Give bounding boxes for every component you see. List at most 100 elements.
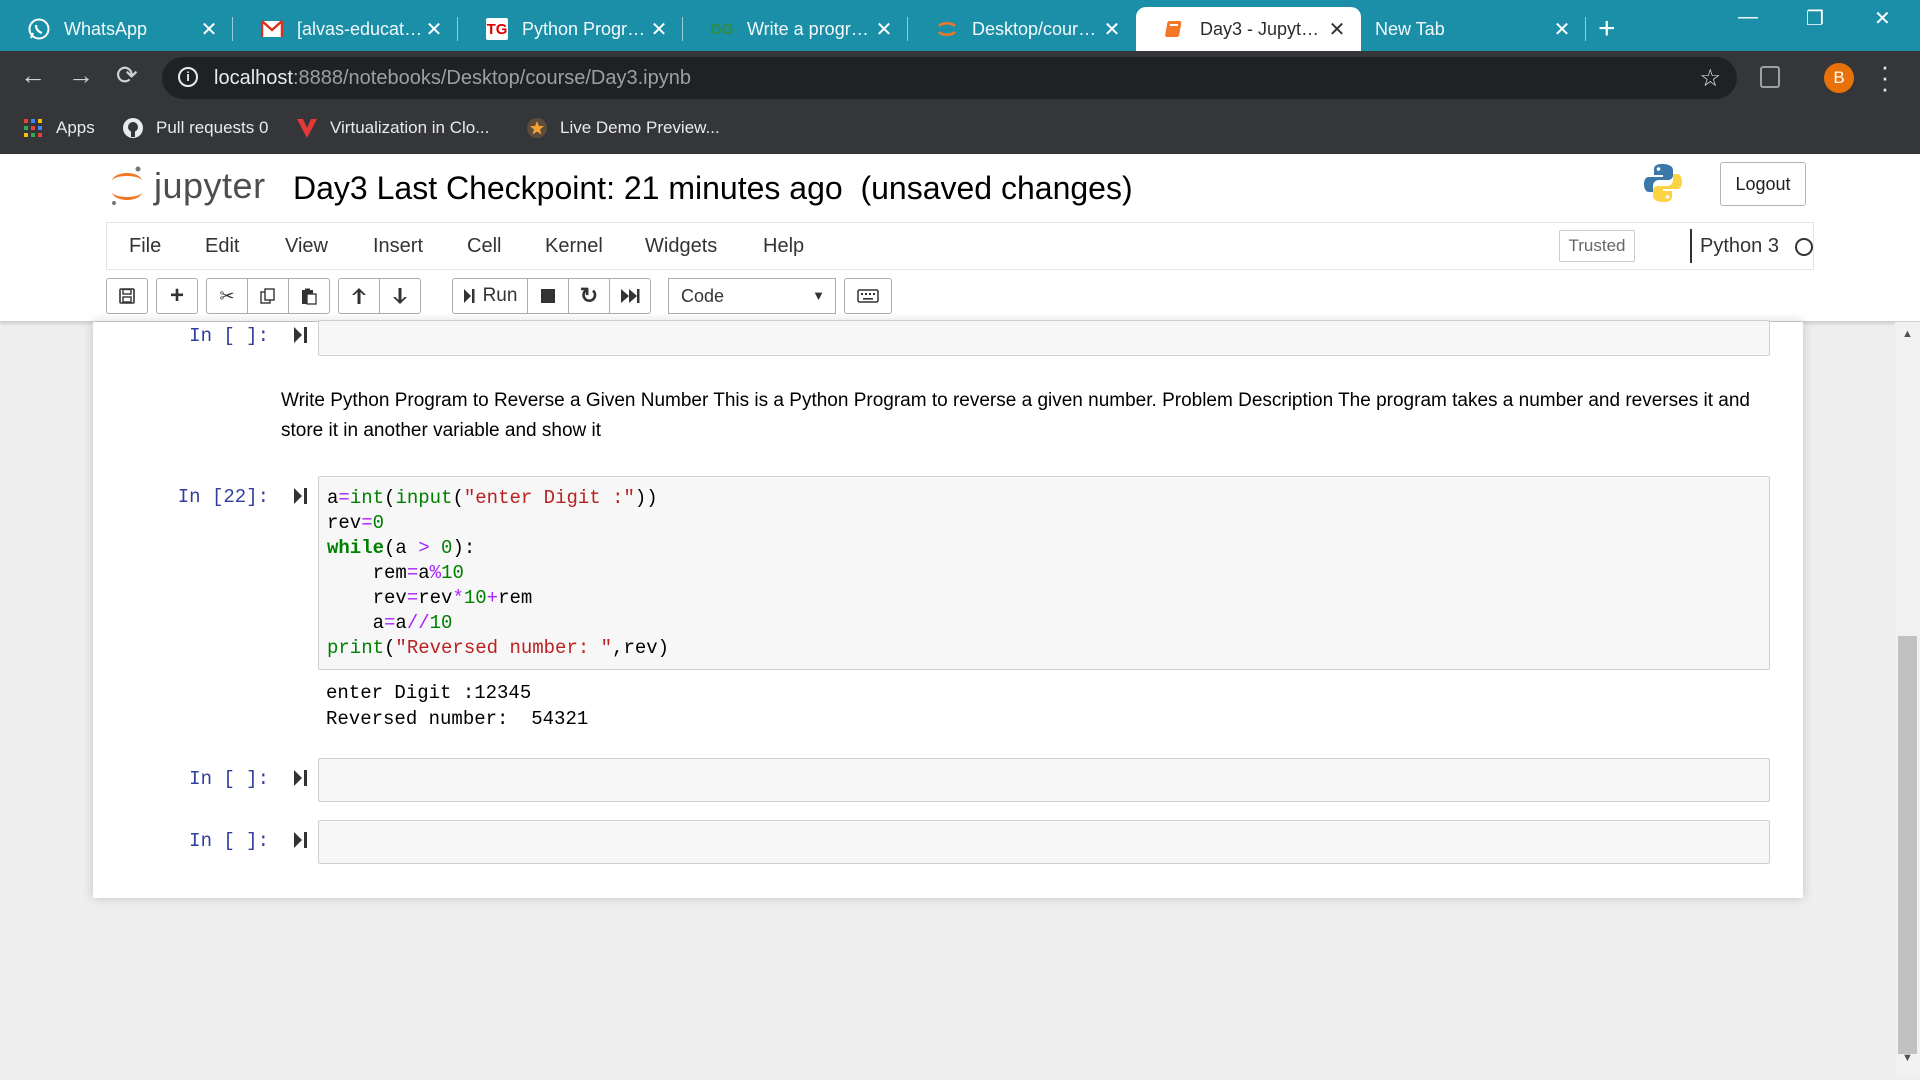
bookmark-virtualization[interactable]: Virtualization in Clo... — [296, 117, 489, 139]
kernel-divider — [1690, 229, 1692, 263]
kernel-name[interactable]: Python 3 — [1700, 235, 1779, 258]
code-line: while(a > 0): — [327, 537, 476, 559]
code-cell-input[interactable] — [318, 320, 1770, 356]
code-line: print("Reversed number: ",rev) — [327, 637, 670, 659]
github-icon — [122, 117, 144, 139]
close-tab-icon[interactable]: ✕ — [1102, 17, 1122, 42]
logout-button[interactable]: Logout — [1720, 162, 1806, 206]
chevron-down-icon: ▼ — [812, 288, 825, 303]
run-button[interactable]: Run — [452, 278, 528, 314]
menu-insert[interactable]: Insert — [373, 235, 423, 258]
paste-icon[interactable] — [288, 278, 330, 314]
tg-icon: TG — [486, 18, 508, 40]
restart-icon[interactable]: ↻ — [568, 278, 610, 314]
bookmark-pull-requests[interactable]: Pull requests 0 — [122, 117, 268, 139]
tab-whatsapp[interactable]: WhatsApp ✕ — [0, 7, 233, 51]
move-up-icon[interactable] — [338, 278, 380, 314]
bookmark-label: Apps — [56, 118, 95, 137]
tab-title: New Tab — [1375, 18, 1445, 39]
address-bar-row: ← → ⟳ i localhost:8888/notebooks/Desktop… — [0, 51, 1920, 105]
jupyter-logo[interactable]: jupyter — [110, 164, 266, 208]
scroll-down-icon[interactable]: ▼ — [1902, 1052, 1913, 1064]
cell-prompt: In [ ]: — [189, 830, 269, 852]
tab-title: Day3 - Jupyter N — [1200, 18, 1327, 39]
tab-title: Desktop/course/ — [972, 18, 1102, 39]
reload-icon[interactable]: ⟳ — [116, 60, 138, 91]
v-icon — [296, 117, 318, 139]
code-cell-input[interactable] — [318, 820, 1770, 864]
scrollbar[interactable]: ▲ ▼ — [1895, 322, 1920, 1078]
url-text[interactable]: localhost:8888/notebooks/Desktop/course/… — [214, 67, 691, 90]
minimize-button[interactable]: — — [1738, 6, 1758, 29]
code-block[interactable]: a=int(input("enter Digit :")) rev=0 while(… — [327, 486, 669, 661]
run-cell-icon[interactable] — [293, 487, 309, 505]
cell-output: enter Digit :12345 Reversed number: 54321 — [326, 680, 588, 732]
bookmark-apps[interactable]: Apps — [22, 117, 95, 139]
browser-menu-icon[interactable]: · · · — [1880, 53, 1890, 101]
trusted-indicator[interactable]: Trusted — [1559, 230, 1635, 262]
scroll-up-icon[interactable]: ▲ — [1902, 328, 1913, 340]
back-icon[interactable]: ← — [20, 60, 46, 91]
run-cell-icon[interactable] — [293, 769, 309, 787]
menu-view[interactable]: View — [285, 235, 328, 258]
cell-type-value: Code — [681, 286, 725, 306]
run-cell-icon[interactable] — [293, 326, 309, 344]
tab-strip: WhatsApp ✕ [alvas-education ✕ TG Python … — [0, 0, 1920, 51]
move-down-icon[interactable] — [379, 278, 421, 314]
close-tab-icon[interactable]: ✕ — [1327, 17, 1347, 42]
close-window-button[interactable]: ✕ — [1874, 6, 1891, 31]
tab-gmail[interactable]: [alvas-education ✕ — [233, 7, 458, 51]
save-icon[interactable] — [106, 278, 148, 314]
bookmark-star-icon[interactable]: ☆ — [1699, 64, 1721, 93]
close-tab-icon[interactable]: ✕ — [874, 17, 894, 42]
close-tab-icon[interactable]: ✕ — [199, 17, 219, 42]
stop-icon[interactable] — [527, 278, 569, 314]
profile-avatar[interactable]: B — [1824, 63, 1854, 93]
cell-type-select[interactable]: Code ▼ — [668, 278, 836, 314]
menu-widgets[interactable]: Widgets — [645, 235, 717, 258]
tab-day3-jupyter[interactable]: Day3 - Jupyter N ✕ — [1136, 7, 1361, 51]
markdown-cell[interactable]: Write Python Program to Reverse a Given … — [281, 386, 1761, 446]
extension-icon[interactable] — [1760, 66, 1780, 88]
keyboard-icon[interactable] — [844, 278, 892, 314]
maximize-button[interactable]: ❐ — [1806, 6, 1824, 31]
checkpoint-status: Last Checkpoint: 21 minutes ago — [376, 170, 843, 206]
omnibox[interactable]: i localhost:8888/notebooks/Desktop/cours… — [162, 57, 1737, 99]
new-tab-button[interactable]: + — [1598, 12, 1616, 46]
cut-icon[interactable]: ✂ — [206, 278, 248, 314]
add-icon[interactable]: + — [156, 278, 198, 314]
bookmark-live-demo[interactable]: Live Demo Preview... — [526, 117, 720, 139]
bookmark-label: Live Demo Preview... — [560, 118, 720, 137]
tab-write-a-program[interactable]: GG Write a program ✕ — [683, 7, 908, 51]
apps-icon — [22, 117, 44, 139]
forward-icon[interactable]: → — [68, 60, 94, 91]
scrollbar-thumb[interactable] — [1898, 636, 1917, 1054]
code-line: a=a//10 — [327, 612, 453, 634]
bookmark-label: Pull requests 0 — [156, 118, 269, 137]
copy-icon[interactable] — [247, 278, 289, 314]
run-cell-icon[interactable] — [293, 831, 309, 849]
tab-title: Write a program — [747, 18, 874, 39]
close-tab-icon[interactable]: ✕ — [1552, 17, 1572, 42]
jupyter-logo-icon — [112, 166, 142, 205]
tab-new-tab[interactable]: New Tab ✕ — [1361, 7, 1586, 51]
menu-help[interactable]: Help — [763, 235, 804, 258]
tab-title: [alvas-education — [297, 18, 424, 39]
menu-edit[interactable]: Edit — [205, 235, 239, 258]
code-cell-input[interactable] — [318, 758, 1770, 802]
gmail-icon — [261, 18, 283, 40]
tab-python-program[interactable]: TG Python Program ✕ — [458, 7, 683, 51]
notebook-name[interactable]: Day3 — [293, 170, 368, 206]
menu-file[interactable]: File — [129, 235, 161, 258]
close-tab-icon[interactable]: ✕ — [424, 17, 444, 42]
kernel-idle-icon — [1795, 238, 1813, 256]
close-tab-icon[interactable]: ✕ — [649, 17, 669, 42]
fast-forward-icon[interactable] — [609, 278, 651, 314]
tab-title: WhatsApp — [64, 18, 148, 39]
menu-cell[interactable]: Cell — [467, 235, 501, 258]
tab-desktop-course[interactable]: Desktop/course/ ✕ — [908, 7, 1136, 51]
url-path: :8888/notebooks/Desktop/course/Day3.ipyn… — [292, 67, 691, 89]
gfg-icon: GG — [710, 20, 734, 38]
site-info-icon[interactable]: i — [178, 67, 198, 87]
menu-kernel[interactable]: Kernel — [545, 235, 603, 258]
